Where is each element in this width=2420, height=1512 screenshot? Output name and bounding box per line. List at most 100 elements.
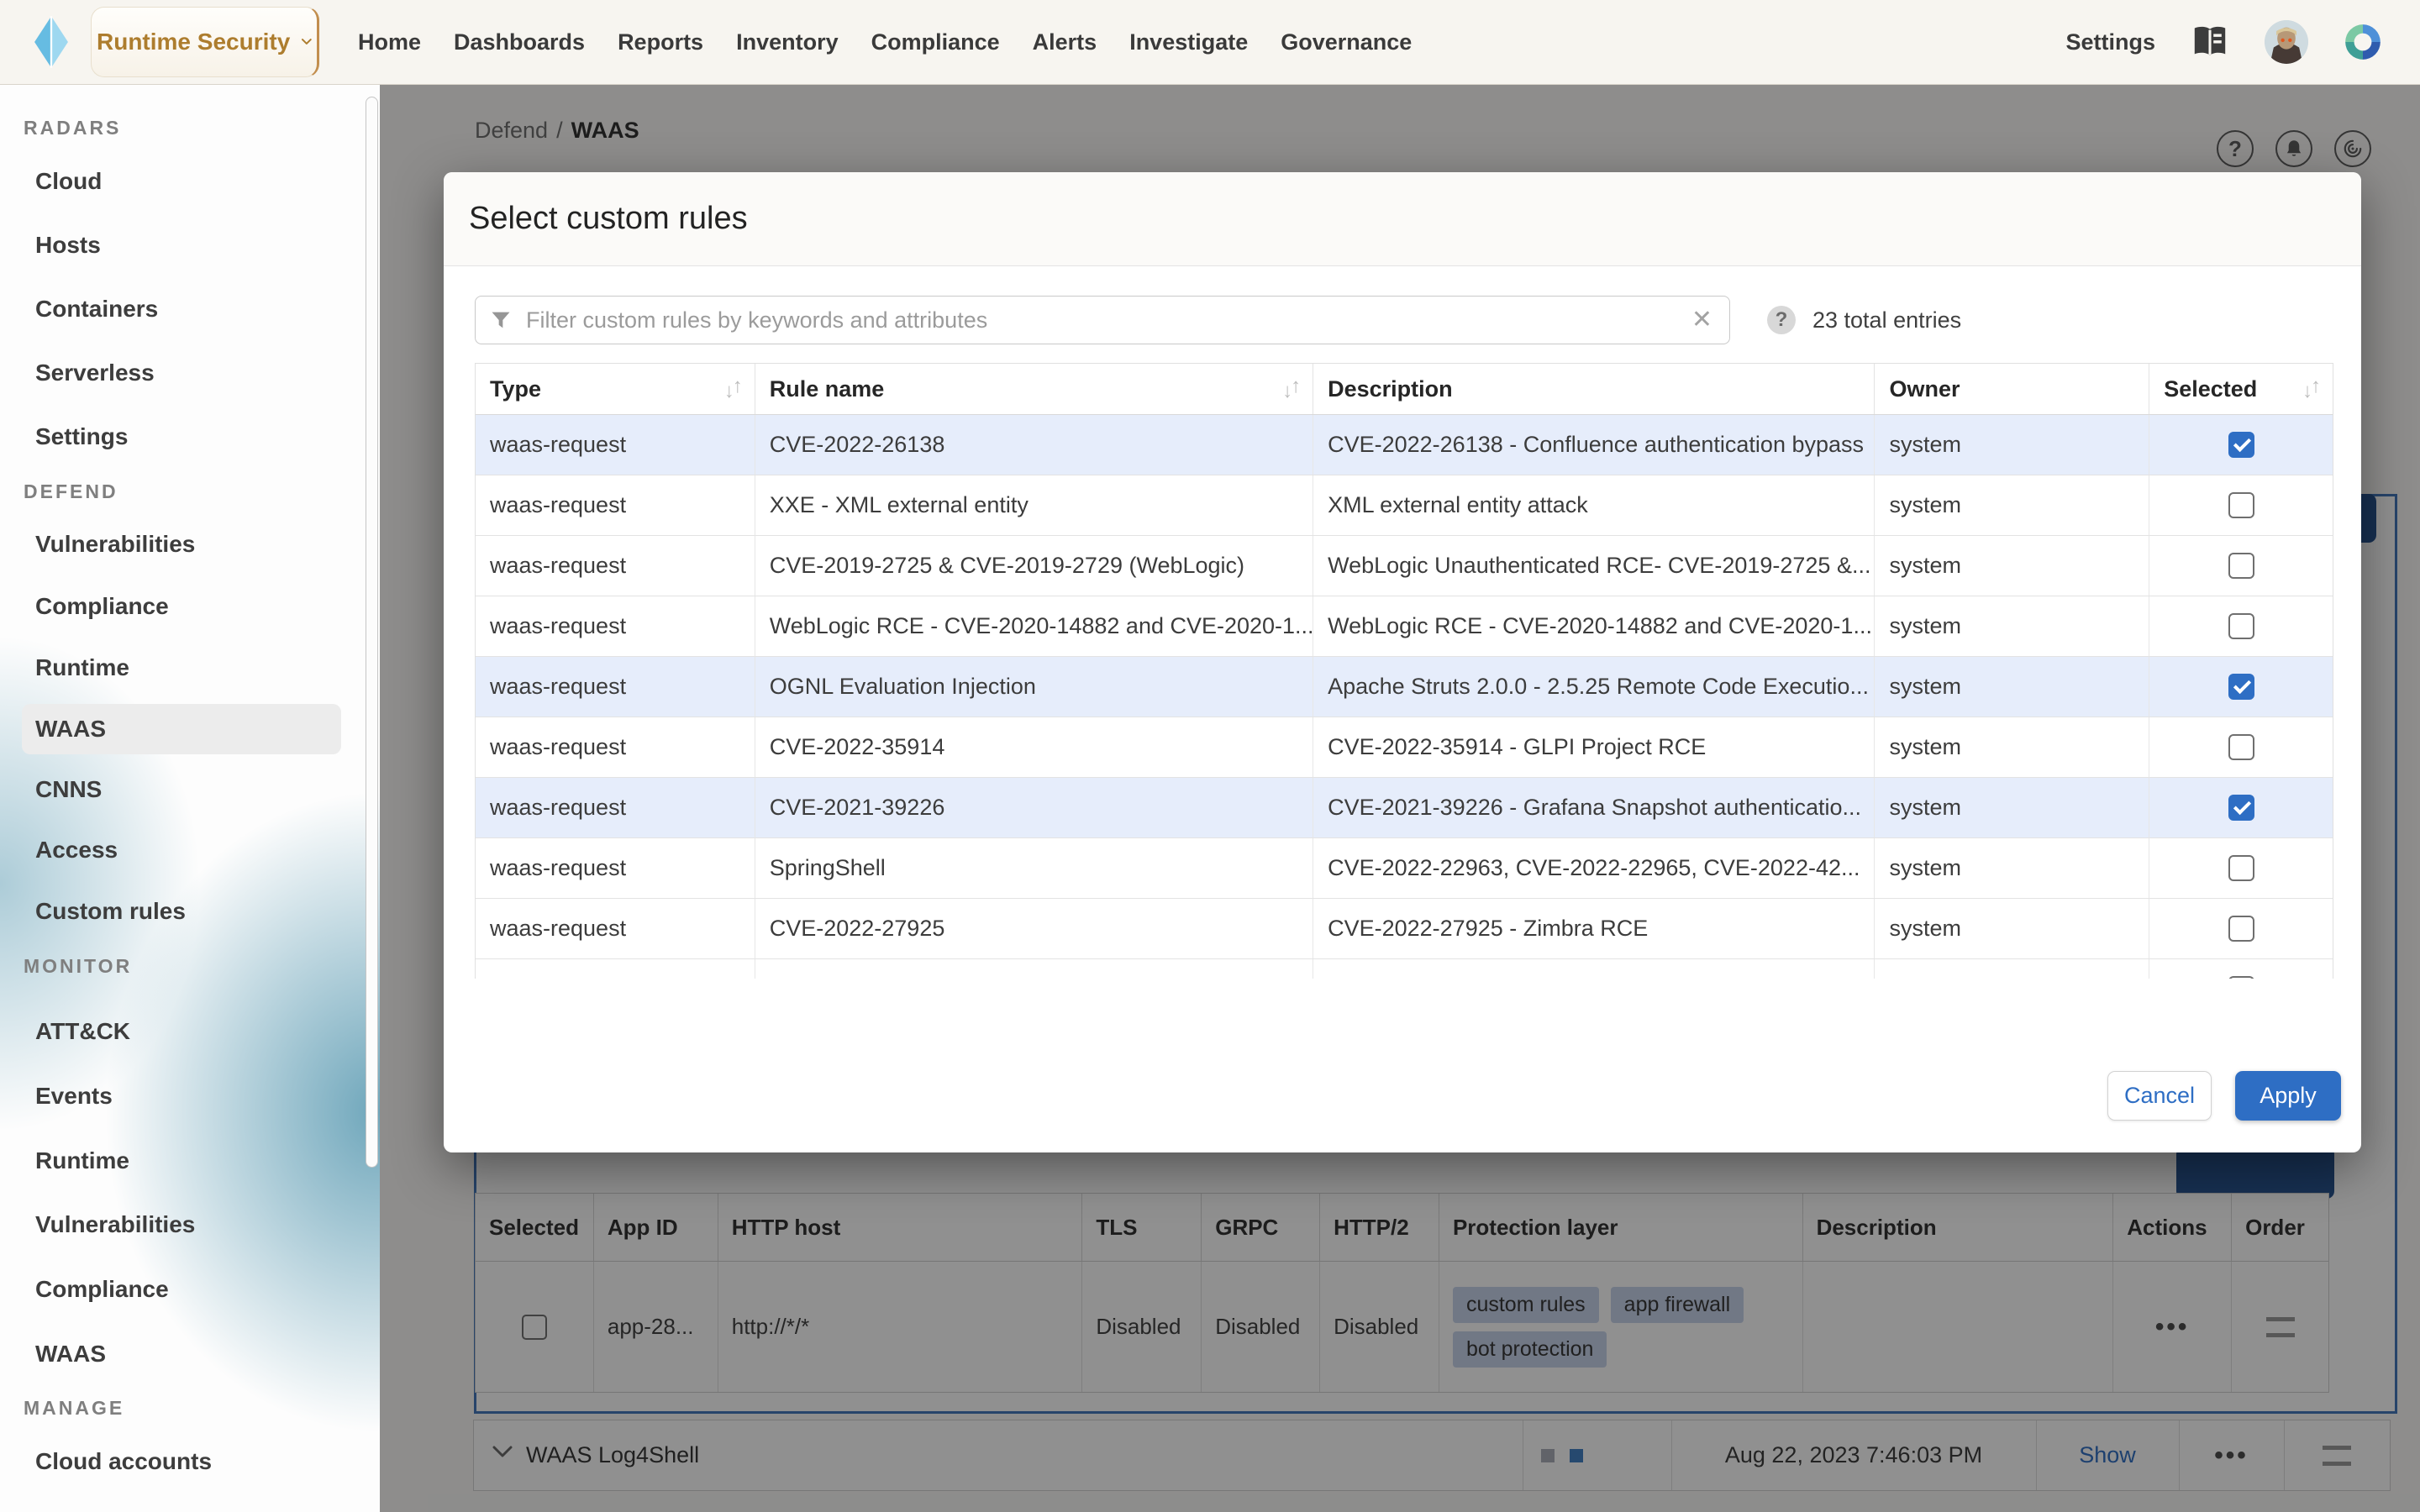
rule-name-cell — [755, 959, 1313, 979]
avatar[interactable] — [2265, 20, 2308, 64]
rule-checkbox[interactable] — [2228, 553, 2254, 579]
rule-checkbox[interactable] — [2228, 492, 2254, 518]
product-switcher[interactable]: Runtime Security — [91, 7, 319, 77]
sidebar-item-cnns[interactable]: CNNS — [0, 764, 380, 815]
rule-description-cell: CVE-2022-22963, CVE-2022-22965, CVE-2022… — [1313, 838, 1875, 898]
sidebar-item-events[interactable]: Events — [0, 1071, 380, 1121]
custom-rule-row[interactable]: waas-requestCVE-2022-26138CVE-2022-26138… — [476, 415, 2333, 475]
modal-title: Select custom rules — [444, 172, 2361, 266]
rule-owner-cell: system — [1875, 475, 2149, 535]
column-header-selected[interactable]: Selected ↓↑ — [2149, 364, 2333, 414]
filter-help-icon[interactable]: ? — [1767, 306, 1796, 334]
rule-owner-cell: system — [1875, 536, 2149, 596]
rule-type-cell: waas-request — [476, 536, 755, 596]
sidebar-item-waas[interactable]: WAAS — [22, 704, 341, 754]
custom-rule-row[interactable]: waas-requestCVE-2021-39226CVE-2021-39226… — [476, 778, 2333, 838]
rule-selected-cell — [2149, 536, 2333, 596]
sidebar-item-containers[interactable]: Containers — [0, 284, 380, 334]
clear-filter-icon[interactable]: ✕ — [1688, 307, 1716, 333]
sidebar-item-runtime[interactable]: Runtime — [0, 643, 380, 693]
sidebar-item-vulnerabilities[interactable]: Vulnerabilities — [0, 1200, 380, 1250]
nav-reports[interactable]: Reports — [618, 29, 703, 55]
column-header-description[interactable]: Description — [1313, 364, 1875, 414]
topbar-right: Settings — [2065, 0, 2384, 84]
rule-selected-cell — [2149, 899, 2333, 958]
nav-investigate[interactable]: Investigate — [1129, 29, 1248, 55]
rule-name-cell: CVE-2019-2725 & CVE-2019-2729 (WebLogic) — [755, 536, 1313, 596]
rule-type-cell: waas-request — [476, 657, 755, 717]
nav-home[interactable]: Home — [358, 29, 421, 55]
rule-checkbox[interactable] — [2228, 855, 2254, 881]
apply-button[interactable]: Apply — [2235, 1071, 2341, 1121]
column-header-type[interactable]: Type ↓↑ — [476, 364, 755, 414]
sidebar-item-vulnerabilities[interactable]: Vulnerabilities — [0, 519, 380, 570]
column-header-rule-name[interactable]: Rule name ↓↑ — [755, 364, 1313, 414]
sidebar-item-access[interactable]: Access — [0, 825, 380, 875]
filter-row: ✕ ? 23 total entries — [475, 296, 1961, 344]
rule-checkbox[interactable] — [2228, 734, 2254, 760]
nav-governance[interactable]: Governance — [1281, 29, 1412, 55]
rule-owner-cell: system — [1875, 778, 2149, 837]
custom-rule-row[interactable]: waas-requestCVE-2022-27925CVE-2022-27925… — [476, 899, 2333, 959]
column-header-owner[interactable]: Owner — [1875, 364, 2149, 414]
rule-type-cell: waas-request — [476, 838, 755, 898]
nav-inventory[interactable]: Inventory — [736, 29, 839, 55]
sidebar-item-cloud-accounts[interactable]: Cloud accounts — [0, 1436, 380, 1487]
rule-selected-cell — [2149, 778, 2333, 837]
rule-description-cell — [1313, 959, 1875, 979]
nav-alerts[interactable]: Alerts — [1033, 29, 1097, 55]
custom-rule-row[interactable]: waas-requestOGNL Evaluation InjectionApa… — [476, 657, 2333, 717]
sidebar-scrollbar[interactable] — [366, 97, 378, 1168]
sidebar-item-compliance[interactable]: Compliance — [0, 581, 380, 632]
nav-dashboards[interactable]: Dashboards — [454, 29, 585, 55]
sidebar-item-waas[interactable]: WAAS — [0, 1329, 380, 1379]
rule-checkbox[interactable] — [2228, 916, 2254, 942]
topbar: Runtime Security Home Dashboards Reports In… — [0, 0, 2420, 85]
nav-compliance[interactable]: Compliance — [871, 29, 1000, 55]
sidebar-item-hosts[interactable]: Hosts — [0, 220, 380, 270]
custom-rule-row[interactable]: waas-requestXXE - XML external entityXML… — [476, 475, 2333, 536]
rule-selected-cell — [2149, 838, 2333, 898]
product-switcher-label: Runtime Security — [97, 29, 290, 55]
prisma-cloud-icon[interactable] — [2342, 21, 2384, 63]
sidebar-item-serverless[interactable]: Serverless — [0, 348, 380, 398]
rule-name-cell: CVE-2021-39226 — [755, 778, 1313, 837]
rule-checkbox[interactable] — [2228, 795, 2254, 821]
rule-selected-cell — [2149, 415, 2333, 475]
custom-rule-row[interactable] — [476, 959, 2333, 979]
rule-type-cell: waas-request — [476, 596, 755, 656]
rule-checkbox[interactable] — [2228, 976, 2254, 979]
docs-book-icon[interactable] — [2189, 21, 2231, 63]
rule-owner-cell: system — [1875, 717, 2149, 777]
filter-funnel-icon — [489, 308, 513, 332]
rule-description-cell: CVE-2022-27925 - Zimbra RCE — [1313, 899, 1875, 958]
sidebar-item-settings[interactable]: Settings — [0, 412, 380, 462]
sidebar-item-cloud[interactable]: Cloud — [0, 156, 380, 207]
sidebar-item-att-ck[interactable]: ATT&CK — [0, 1006, 380, 1057]
select-custom-rules-modal: Select custom rules ✕ ? 23 total entries… — [444, 172, 2361, 1152]
filter-input[interactable] — [524, 307, 1688, 334]
cancel-button[interactable]: Cancel — [2107, 1071, 2212, 1121]
sidebar-section-defend: DEFEND — [0, 466, 380, 517]
custom-rule-row[interactable]: waas-requestCVE-2019-2725 & CVE-2019-272… — [476, 536, 2333, 596]
rule-owner-cell: system — [1875, 899, 2149, 958]
sidebar-section-manage: MANAGE — [0, 1383, 380, 1433]
sidebar-section-monitor: MONITOR — [0, 941, 380, 991]
sidebar-item-custom-rules[interactable]: Custom rules — [0, 886, 380, 937]
rule-selected-cell — [2149, 475, 2333, 535]
rule-owner-cell: system — [1875, 838, 2149, 898]
rule-checkbox[interactable] — [2228, 432, 2254, 458]
rule-type-cell — [476, 959, 755, 979]
custom-rule-row[interactable]: waas-requestWebLogic RCE - CVE-2020-1488… — [476, 596, 2333, 657]
settings-link[interactable]: Settings — [2065, 29, 2155, 55]
sidebar-item-runtime[interactable]: Runtime — [0, 1136, 380, 1186]
rule-checkbox[interactable] — [2228, 613, 2254, 639]
custom-rules-table: Type ↓↑ Rule name ↓↑ Description Owner S… — [475, 363, 2333, 979]
rule-description-cell: CVE-2022-26138 - Confluence authenticati… — [1313, 415, 1875, 475]
rule-owner-cell: system — [1875, 596, 2149, 656]
custom-rule-row[interactable]: waas-requestCVE-2022-35914CVE-2022-35914… — [476, 717, 2333, 778]
rule-name-cell: WebLogic RCE - CVE-2020-14882 and CVE-20… — [755, 596, 1313, 656]
custom-rule-row[interactable]: waas-requestSpringShellCVE-2022-22963, C… — [476, 838, 2333, 899]
rule-checkbox[interactable] — [2228, 674, 2254, 700]
sidebar-item-compliance[interactable]: Compliance — [0, 1264, 380, 1315]
